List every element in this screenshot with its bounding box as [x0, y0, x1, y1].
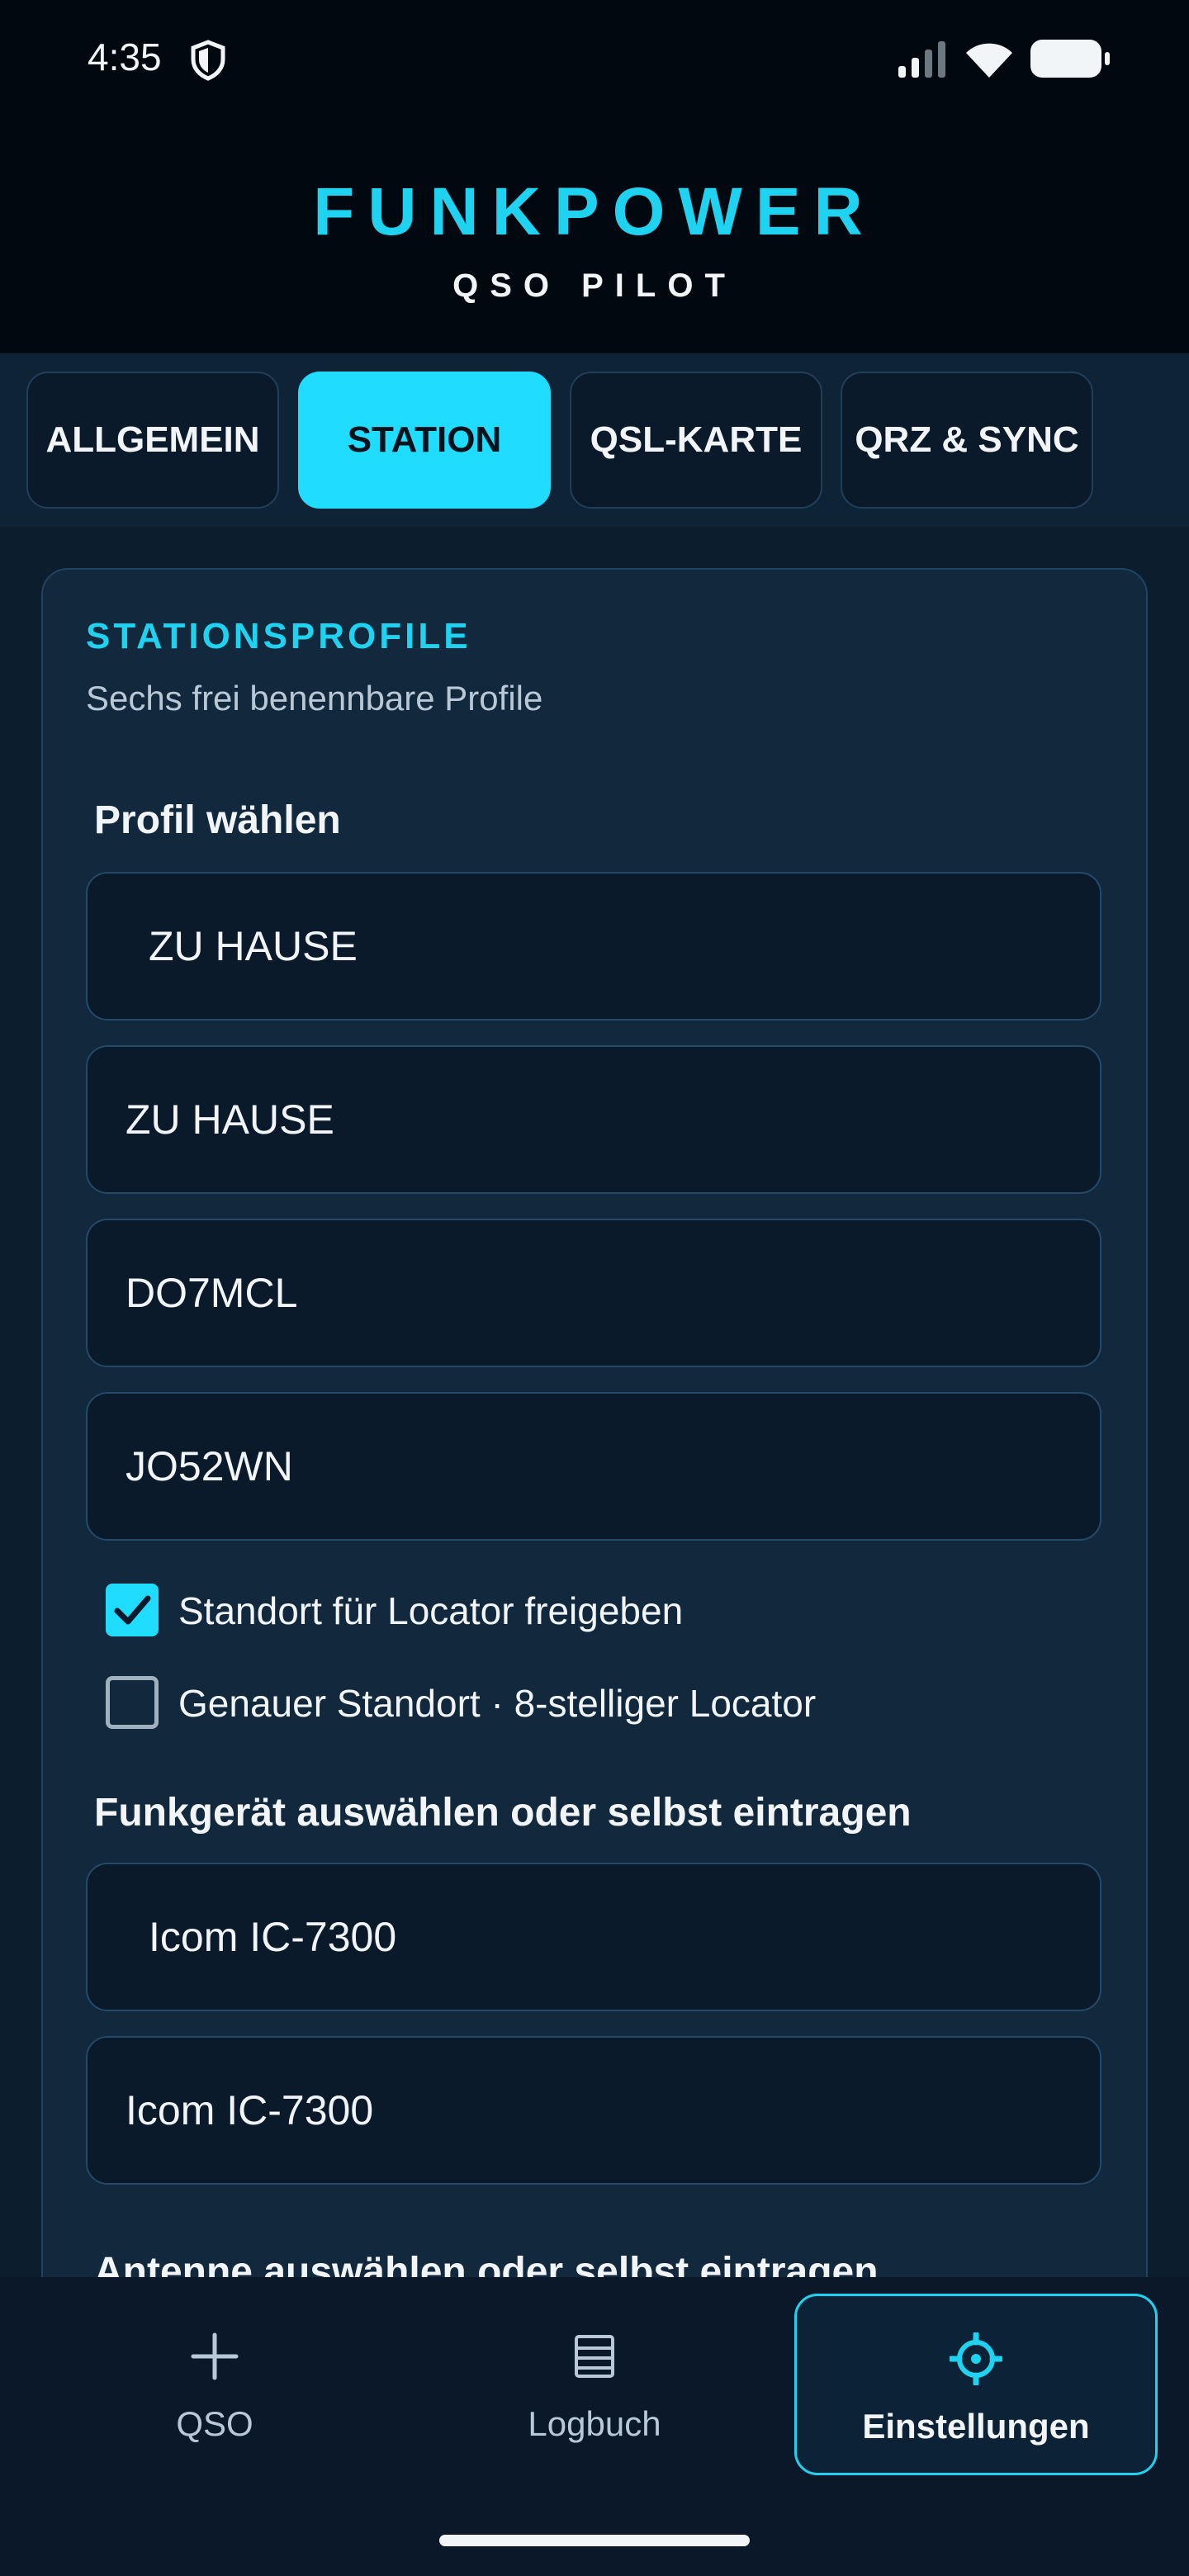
- nav-einstellungen-label: Einstellungen: [862, 2407, 1090, 2446]
- app-brand: FUNKPOWER: [313, 174, 876, 249]
- locator-value: JO52WN: [126, 1443, 293, 1489]
- tab-qsl-karte[interactable]: QSL-KARTE: [570, 372, 822, 509]
- wifi-icon: [966, 43, 1012, 78]
- share-location-label[interactable]: Standort für Locator freigeben: [178, 1589, 683, 1633]
- tab-station[interactable]: STATION: [298, 372, 551, 509]
- radio-select-label: Funkgerät auswählen oder selbst eintrage…: [94, 1791, 912, 1835]
- nav-qso[interactable]: QSO: [33, 2294, 396, 2475]
- profile-select[interactable]: ZU HAUSE: [86, 872, 1101, 1020]
- profile-select-label: Profil wählen: [94, 798, 341, 842]
- profile-name-input[interactable]: ZU HAUSE: [86, 1045, 1101, 1194]
- nav-logbuch[interactable]: Logbuch: [413, 2294, 776, 2475]
- shield-icon: [191, 40, 225, 81]
- callsign-input[interactable]: DO7MCL: [86, 1219, 1101, 1367]
- radio-input[interactable]: Icom IC-7300: [86, 2036, 1101, 2185]
- nav-einstellungen[interactable]: Einstellungen: [794, 2294, 1158, 2475]
- locator-input[interactable]: JO52WN: [86, 1392, 1101, 1541]
- share-location-checkbox[interactable]: [106, 1584, 159, 1636]
- home-indicator[interactable]: [439, 2535, 750, 2546]
- radio-select[interactable]: Icom IC-7300: [86, 1863, 1101, 2011]
- status-bar: 4:35: [0, 0, 1189, 116]
- profile-select-value: ZU HAUSE: [149, 923, 358, 969]
- section-title: STATIONSPROFILE: [86, 616, 471, 656]
- section-subtitle: Sechs frei benennbare Profile: [86, 679, 543, 717]
- radio-select-value: Icom IC-7300: [149, 1914, 397, 1960]
- app-subtitle: QSO PILOT: [452, 268, 737, 304]
- profile-name-value: ZU HAUSE: [126, 1096, 334, 1143]
- plus-icon: [191, 2332, 239, 2380]
- nav-qso-label: QSO: [176, 2404, 253, 2443]
- precise-location-label[interactable]: Genauer Standort · 8-stelliger Locator: [178, 1681, 816, 1726]
- gear-icon: [950, 2332, 1002, 2385]
- signal-icon: [898, 41, 945, 78]
- battery-icon: [1030, 40, 1110, 78]
- check-icon: [114, 1595, 151, 1625]
- callsign-value: DO7MCL: [126, 1270, 298, 1316]
- radio-input-value: Icom IC-7300: [126, 2087, 374, 2133]
- logbook-icon: [575, 2335, 614, 2378]
- nav-logbuch-label: Logbuch: [528, 2404, 661, 2443]
- status-time: 4:35: [88, 36, 162, 78]
- settings-tabbar: ALLGEMEIN STATION QSL-KARTE QRZ & SYNC: [0, 353, 1189, 527]
- precise-location-checkbox[interactable]: [106, 1676, 159, 1729]
- app-header: FUNKPOWER QSO PILOT: [0, 116, 1189, 353]
- tab-qrz-sync[interactable]: QRZ & SYNC: [841, 372, 1093, 509]
- tab-allgemein[interactable]: ALLGEMEIN: [26, 372, 279, 509]
